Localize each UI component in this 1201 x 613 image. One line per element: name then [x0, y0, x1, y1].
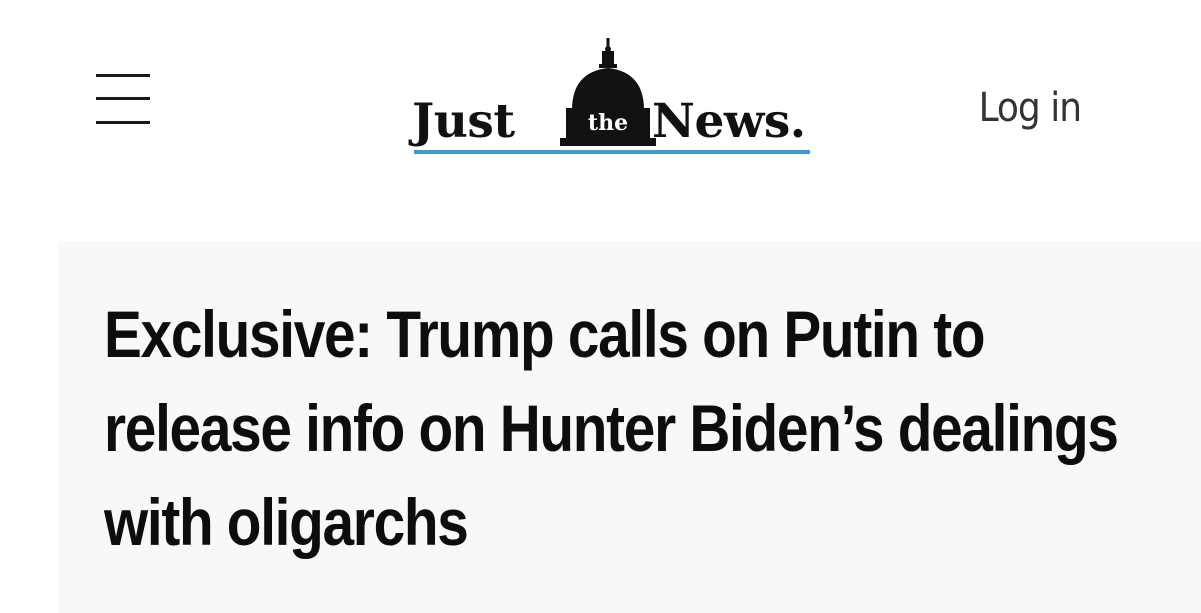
menu-button[interactable] — [96, 72, 152, 128]
page: Just the News. Log in Exclusive: Trump c… — [0, 0, 1201, 613]
login-link[interactable]: Log in — [979, 88, 1082, 128]
article-header: Exclusive: Trump calls on Putin to relea… — [58, 241, 1201, 613]
site-header: Just the News. Log in — [0, 0, 1201, 220]
logo-word-news: News. — [652, 94, 806, 149]
logo-underline — [414, 150, 810, 154]
site-logo[interactable]: Just the News. — [412, 38, 824, 160]
logo-word-the: the — [587, 110, 629, 136]
article-headline: Exclusive: Trump calls on Putin to relea… — [104, 297, 1119, 559]
logo-word-just: Just — [412, 94, 515, 149]
